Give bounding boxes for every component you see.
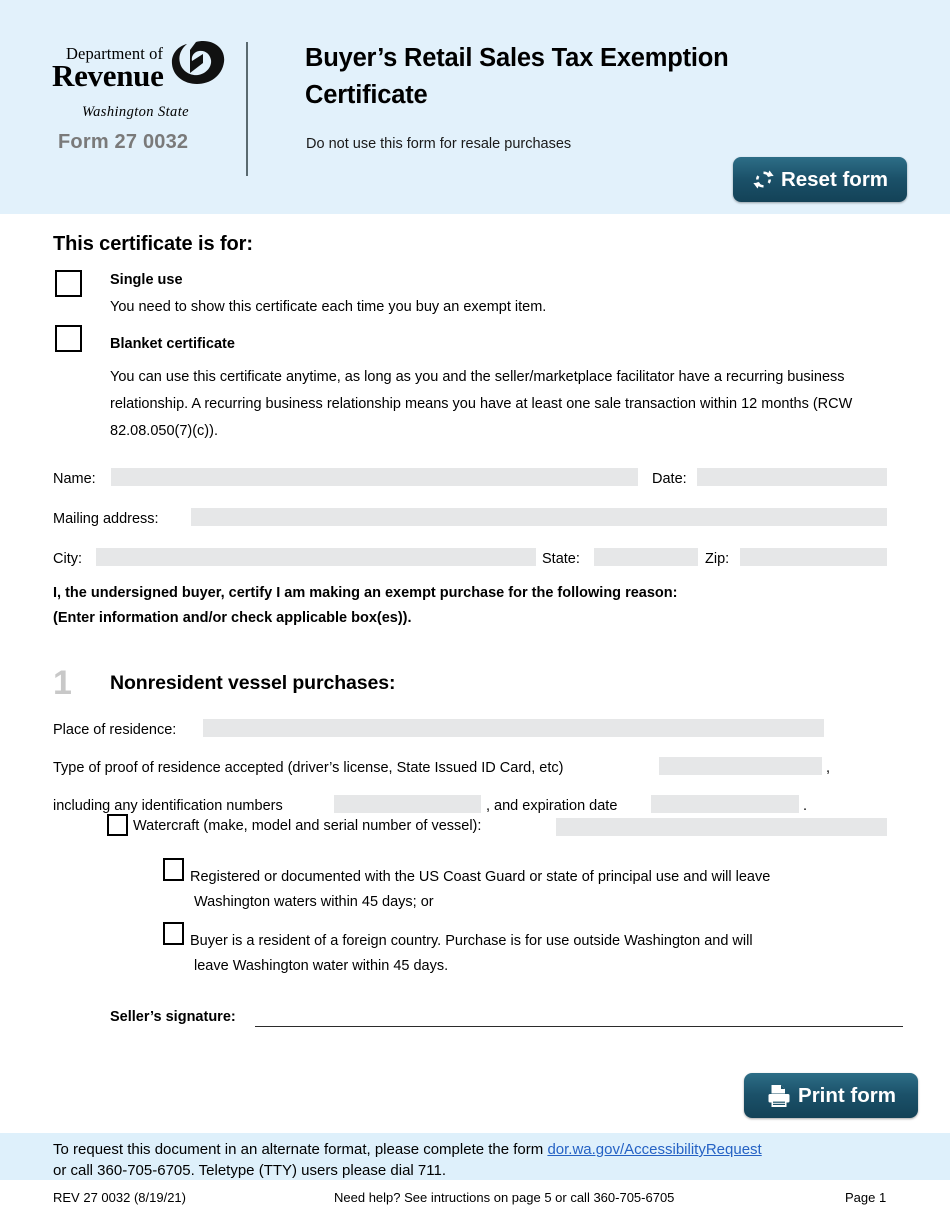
dor-swirl-logo-icon — [170, 40, 226, 92]
single-use-description: You need to show this certificate each t… — [110, 299, 547, 315]
form-number: Form 27 0032 — [58, 131, 189, 153]
city-input[interactable] — [96, 548, 536, 566]
checkbox-single-use[interactable] — [55, 270, 82, 297]
reset-form-label: Reset form — [780, 167, 889, 191]
print-form-button[interactable]: Print form — [744, 1073, 918, 1118]
agency-name-line3: Washington State — [82, 104, 189, 120]
mailing-address-input[interactable] — [191, 508, 887, 526]
state-input[interactable] — [594, 548, 698, 566]
expiration-date-input[interactable] — [651, 795, 799, 813]
refresh-icon — [752, 168, 775, 191]
section-1-number: 1 — [53, 664, 72, 702]
accessibility-request-link[interactable]: dor.wa.gov/AccessibilityRequest — [547, 1141, 761, 1158]
certification-statement: I, the undersigned buyer, certify I am m… — [53, 581, 813, 631]
zip-label: Zip: — [705, 551, 730, 567]
zip-input[interactable] — [740, 548, 887, 566]
certificate-for-heading: This certificate is for: — [53, 233, 253, 255]
seller-signature-input[interactable] — [255, 1026, 903, 1027]
name-input[interactable] — [111, 468, 638, 486]
foreign-resident-line1: Buyer is a resident of a foreign country… — [190, 933, 753, 949]
page-title: Buyer’s Retail Sales Tax Exemption Certi… — [305, 44, 729, 109]
state-label: State: — [542, 551, 580, 567]
mailing-address-label: Mailing address: — [53, 511, 159, 527]
single-use-label: Single use — [110, 272, 183, 288]
us-coast-guard-line1: Registered or documented with the US Coa… — [190, 869, 771, 885]
proof-of-residence-label: Type of proof of residence accepted (dri… — [53, 760, 564, 776]
certification-line2: (Enter information and/or check applicab… — [53, 610, 412, 626]
blanket-certificate-label: Blanket certificate — [110, 336, 235, 352]
section-1-title: Nonresident vessel purchases: — [110, 672, 396, 694]
place-of-residence-label: Place of residence: — [53, 722, 177, 738]
us-coast-guard-line2: Washington waters within 45 days; or — [194, 894, 434, 910]
date-input[interactable] — [697, 468, 887, 486]
accessibility-post-text: or call 360-705-6705. Teletype (TTY) use… — [53, 1162, 446, 1179]
accessibility-notice: To request this document in an alternate… — [53, 1139, 923, 1181]
proof-comma: , — [826, 760, 831, 776]
checkbox-us-coast-guard[interactable] — [163, 858, 184, 881]
print-form-label: Print form — [798, 1083, 896, 1107]
identification-numbers-label: including any identification numbers — [53, 798, 283, 814]
page-subtitle: Do not use this form for resale purchase… — [306, 136, 572, 152]
header-band: Department of Revenue Washington State F… — [0, 0, 950, 214]
page-number: Page 1 — [845, 1190, 887, 1205]
watercraft-label: Watercraft (make, model and serial numbe… — [133, 818, 482, 834]
checkbox-watercraft[interactable] — [107, 814, 128, 836]
help-info: Need help? See intructions on page 5 or … — [334, 1190, 675, 1205]
place-of-residence-input[interactable] — [203, 719, 824, 737]
blanket-certificate-description: You can use this certificate anytime, as… — [110, 369, 853, 439]
date-label: Date: — [652, 471, 687, 487]
identification-numbers-input[interactable] — [334, 795, 481, 813]
printer-icon — [766, 1083, 792, 1109]
watercraft-input[interactable] — [556, 818, 887, 836]
agency-logo: Department of Revenue Washington State — [52, 41, 225, 120]
expiration-period: . — [803, 798, 808, 814]
certification-line1: I, the undersigned buyer, certify I am m… — [53, 585, 678, 601]
expiration-date-label: , and expiration date — [486, 798, 618, 814]
checkbox-blanket-certificate[interactable] — [55, 325, 82, 352]
foreign-resident-line2: leave Washington water within 45 days. — [194, 958, 449, 974]
revision-info: REV 27 0032 (8/19/21) — [53, 1190, 186, 1205]
accessibility-pre-text: To request this document in an alternate… — [53, 1141, 548, 1158]
reset-form-button[interactable]: Reset form — [733, 157, 907, 202]
agency-name-line2: Revenue — [52, 58, 164, 93]
name-label: Name: — [53, 471, 96, 487]
header-divider — [246, 42, 248, 176]
checkbox-foreign-resident[interactable] — [163, 922, 184, 945]
city-label: City: — [53, 551, 82, 567]
seller-signature-label: Seller’s signature: — [110, 1009, 236, 1025]
proof-of-residence-input[interactable] — [659, 757, 822, 775]
